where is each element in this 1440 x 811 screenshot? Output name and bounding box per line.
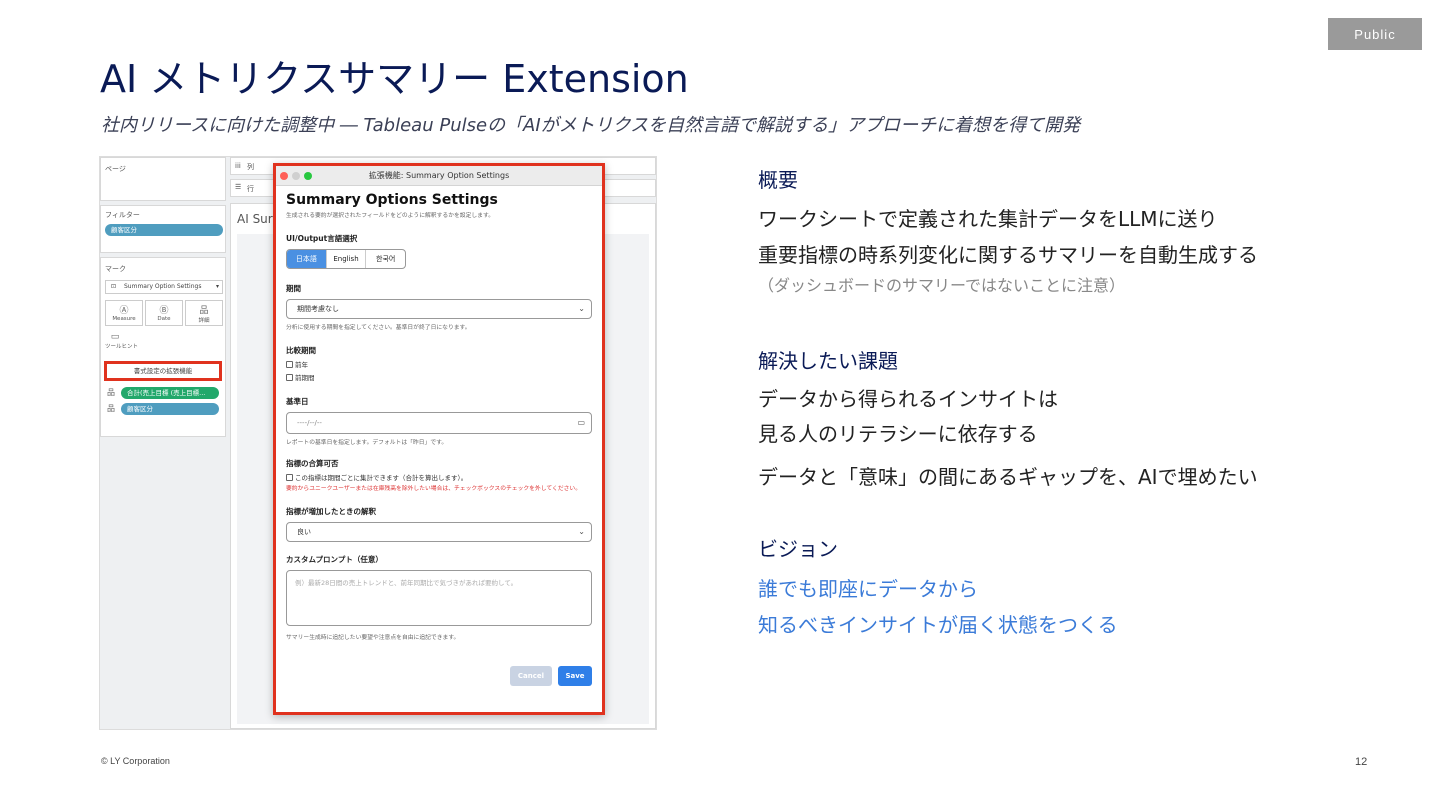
mark-button-detail[interactable]: 品 詳細 — [185, 300, 223, 326]
detail-icon: 品 — [107, 404, 115, 413]
mark-button-date[interactable]: Ⓑ Date — [145, 300, 183, 326]
custom-prompt-textarea[interactable]: 例）最新28日間の売上トレンドと、前年同期比で気づきがあれば要約して。 — [286, 570, 592, 626]
marks-dropdown-label: Summary Option Settings — [124, 283, 202, 290]
period-select[interactable]: 期間考慮なし ⌄ — [286, 299, 592, 319]
filter-pill[interactable]: 顧客区分 — [105, 224, 223, 236]
filters-label: フィルター — [105, 211, 140, 219]
vision-line-1: 誰でも即座にデータから — [758, 577, 978, 601]
sum-label: 指標の合算可否 — [286, 459, 339, 468]
save-button[interactable]: Save — [558, 666, 592, 686]
zoom-window-icon[interactable] — [304, 172, 312, 180]
mark-button-label: Measure — [112, 316, 136, 322]
increase-label: 指標が増加したときの解釈 — [286, 507, 376, 516]
prompt-label: カスタムプロンプト（任意） — [286, 555, 383, 564]
sum-warning: 要約からユニークユーザーまたは在庫残高を除外したい場合は、チェックボックスのチェ… — [286, 486, 582, 492]
tableau-screenshot: ページ iii 列 ☰ 行 フィルター 顧客区分 マーク Summary Opt… — [99, 156, 657, 730]
tooltip-icon: ▭ — [110, 332, 120, 342]
dialog-window-title: 拡張機能: Summary Option Settings — [368, 171, 510, 180]
problem-line-2: 見る人のリテラシーに依存する — [758, 422, 1038, 446]
sheet-title: AI Sur — [237, 212, 273, 226]
extension-icon: ⊡ — [111, 283, 117, 290]
prompt-hint: サマリー生成時に追記したい要望や注意点を自由に追記できます。 — [286, 635, 460, 641]
chevron-down-icon: ⌄ — [578, 304, 585, 313]
close-window-icon[interactable] — [280, 172, 288, 180]
dialog-description: 生成される要約が選択されたフィールドをどのように解釈するかを設定します。 — [286, 213, 494, 219]
cancel-button[interactable]: Cancel — [510, 666, 552, 686]
copyright: © LY Corporation — [101, 756, 170, 766]
lang-option-ko[interactable]: 한국어 — [366, 250, 405, 268]
pages-label: ページ — [105, 165, 126, 173]
vision-line-2: 知るべきインサイトが届く状態をつくる — [758, 613, 1118, 637]
mark-button-label: ツールヒント — [105, 344, 139, 350]
mark-button-label: 詳細 — [198, 318, 210, 324]
overview-note: （ダッシュボードのサマリーではないことに注意） — [758, 276, 1126, 295]
compare-option-prev-year[interactable]: 前年 — [286, 359, 592, 369]
checkbox-icon[interactable] — [286, 360, 293, 368]
public-badge: Public — [1328, 18, 1422, 50]
chevron-down-icon: ▾ — [215, 283, 219, 290]
mark-button-label: Date — [157, 316, 171, 322]
calendar-icon[interactable]: ▭ — [577, 413, 585, 433]
dialog-titlebar: 拡張機能: Summary Option Settings — [276, 166, 602, 186]
compare-option-label: 前期間 — [295, 374, 315, 382]
slide-subtitle: 社内リリースに向けた調整中 ― Tableau Pulseの「AIがメトリクスを… — [101, 115, 1081, 136]
dialog-heading: Summary Options Settings — [286, 192, 498, 208]
minimize-window-icon[interactable] — [292, 172, 300, 180]
slide-title: AI メトリクスサマリー Extension — [100, 57, 689, 101]
pages-shelf: ページ — [100, 157, 226, 201]
problem-line-3: データと「意味」の間にあるギャップを、AIで埋めたい — [758, 465, 1258, 489]
page-number: 12 — [1355, 756, 1368, 768]
detail-glyph-icon: 品 — [199, 306, 209, 316]
marks-card: マーク Summary Option Settings ⊡ ▾ Ⓐ Measur… — [100, 257, 226, 437]
period-label: 期間 — [286, 284, 301, 293]
columns-icon: iii — [235, 162, 241, 170]
measure-pill[interactable]: 合計(売上目標 (売上目標... — [121, 387, 219, 399]
base-date-hint: レポートの基準日を指定します。デフォルトは「昨日」です。 — [286, 440, 448, 446]
increase-select[interactable]: 良い ⌄ — [286, 522, 592, 542]
compare-label: 比較期間 — [286, 346, 316, 355]
mark-button-measure[interactable]: Ⓐ Measure — [105, 300, 143, 326]
lang-option-ja[interactable]: 日本語 — [287, 250, 327, 268]
lang-segmented-control: 日本語 English 한국어 — [286, 249, 406, 269]
lang-label: UI/Output言語選択 — [286, 234, 358, 243]
chevron-down-icon: ⌄ — [578, 527, 585, 536]
checkbox-icon[interactable] — [286, 473, 293, 481]
filters-shelf: フィルター 顧客区分 — [100, 205, 226, 253]
compare-option-prev-period[interactable]: 前期間 — [286, 372, 592, 382]
marks-label: マーク — [105, 265, 126, 273]
sum-check-label: この指標は期間ごとに集計できます（合計を算出します）。 — [295, 474, 468, 482]
overview-line-2: 重要指標の時系列変化に関するサマリーを自動生成する — [758, 243, 1258, 267]
date-glyph-icon: Ⓑ — [159, 306, 169, 316]
detail-icon: 品 — [107, 388, 115, 397]
base-date-input[interactable]: ----/--/-- ▭ — [286, 412, 592, 434]
compare-option-label: 前年 — [295, 361, 308, 369]
problem-line-1: データから得られるインサイトは — [758, 387, 1058, 411]
period-hint: 分析に使用する期間を指定してください。基準日が終了日になります。 — [286, 325, 471, 331]
overview-line-1: ワークシートで定義された集計データをLLMに送り — [758, 207, 1218, 231]
vision-heading: ビジョン — [758, 537, 838, 561]
columns-label: 列 — [247, 163, 254, 171]
checkbox-icon[interactable] — [286, 373, 293, 381]
mark-button-tooltip[interactable]: ▭ ツールヒント — [105, 330, 143, 356]
increase-value: 良い — [297, 528, 311, 536]
period-value: 期間考慮なし — [297, 305, 339, 313]
summary-options-dialog: 拡張機能: Summary Option Settings Summary Op… — [273, 163, 605, 715]
base-date-label: 基準日 — [286, 397, 309, 406]
lang-option-en[interactable]: English — [327, 250, 367, 268]
rows-icon: ☰ — [235, 183, 242, 191]
marks-type-dropdown[interactable]: Summary Option Settings ⊡ ▾ — [105, 280, 223, 294]
base-date-value: ----/--/-- — [297, 419, 322, 427]
sum-checkbox-row[interactable]: この指標は期間ごとに集計できます（合計を算出します）。 — [286, 472, 592, 482]
overview-heading: 概要 — [758, 168, 798, 192]
format-extension-button[interactable]: 書式設定の拡張機能 — [104, 361, 222, 381]
measure-glyph-icon: Ⓐ — [119, 306, 129, 316]
problem-heading: 解決したい課題 — [758, 349, 898, 373]
rows-label: 行 — [247, 185, 254, 193]
segment-pill[interactable]: 顧客区分 — [121, 403, 219, 415]
dialog-button-row: Cancel Save — [510, 666, 592, 686]
